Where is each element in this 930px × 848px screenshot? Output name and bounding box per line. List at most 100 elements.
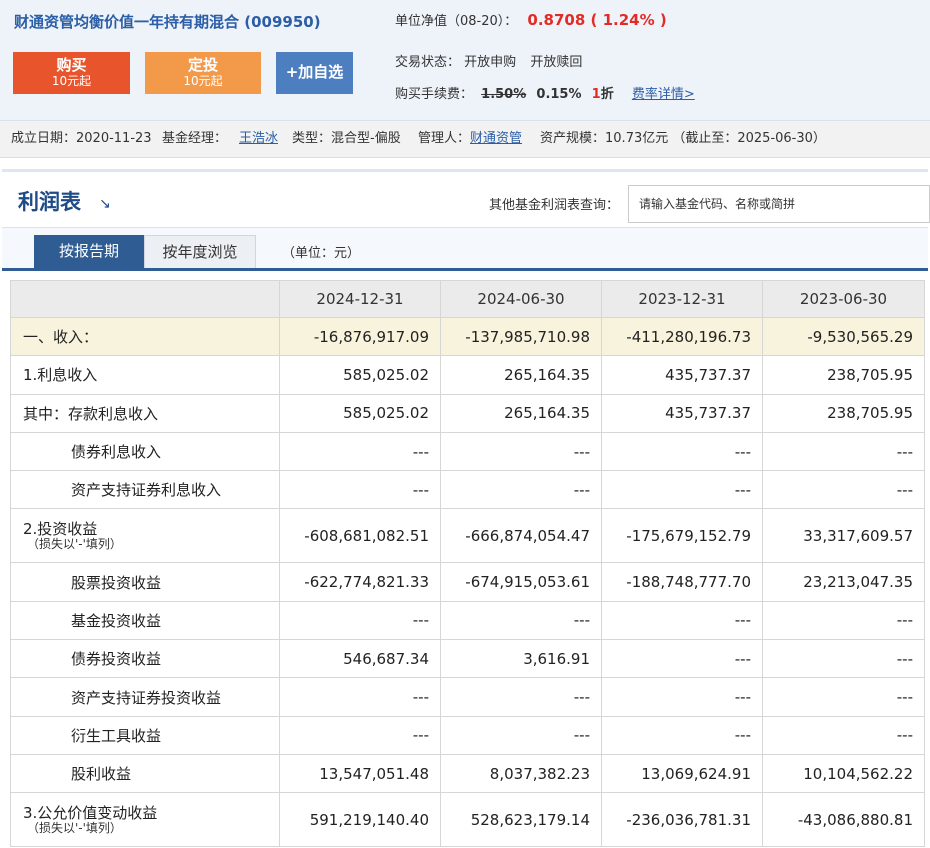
table-cell: ---: [601, 677, 763, 717]
type-value: 混合型-偏股: [331, 131, 401, 146]
column-header: 2024-12-31: [279, 280, 441, 318]
table-cell: 546,687.34: [279, 639, 441, 679]
nav-info: 单位净值（08-20）： 0.8708 ( 1.24% ): [395, 10, 667, 29]
table-cell: ---: [762, 677, 925, 717]
row-label: 债券投资收益: [10, 639, 280, 679]
add-watchlist-label: +加自选: [285, 63, 344, 81]
table-cell: 591,219,140.40: [279, 792, 441, 848]
custodian-info: 管理人：财通资管: [418, 121, 522, 157]
row-label: 基金投资收益: [10, 600, 280, 641]
table-cell: 238,705.95: [762, 393, 925, 433]
manager-link[interactable]: 王浩冰: [239, 131, 278, 146]
table-cell: ---: [279, 600, 441, 641]
income-statement-header: 利润表 ↘ 其他基金利润表查询：: [2, 169, 930, 224]
table-row: 基金投资收益 --- --- --- ---: [10, 600, 925, 641]
table-cell: 13,547,051.48: [279, 753, 441, 794]
table-cell: -43,086,880.81: [762, 792, 925, 848]
column-header: 2023-12-31: [601, 280, 763, 318]
table-cell: -411,280,196.73: [601, 316, 763, 357]
fund-search-input[interactable]: [628, 185, 930, 223]
row-label-note: （损失以'-'填列）: [27, 821, 122, 836]
table-cell: ---: [279, 677, 441, 717]
row-label: 债券利息收入: [10, 431, 280, 472]
table-cell: 23,213,047.35: [762, 562, 925, 602]
row-label: 股票投资收益: [10, 562, 280, 602]
table-row: 1.利息收入 585,025.02 265,164.35 435,737.37 …: [10, 355, 925, 395]
table-cell: ---: [440, 715, 602, 755]
row-label: 3.公允价值变动收益: [23, 804, 158, 823]
table-cell: 435,737.37: [601, 355, 763, 395]
row-label: 资产支持证券投资收益: [10, 677, 280, 717]
column-header: 2024-06-30: [440, 280, 602, 318]
custodian-label: 管理人：: [418, 131, 471, 146]
header-item: [10, 280, 280, 318]
table-cell: -137,985,710.98: [440, 316, 602, 357]
purchase-fee: 购买手续费： 1.50% 0.15% 1折 费率详情>: [395, 83, 695, 102]
row-label: 1.利息收入: [10, 355, 280, 395]
tab-by-report-period[interactable]: 按报告期: [34, 235, 144, 268]
table-row: 其中：存款利息收入 585,025.02 265,164.35 435,737.…: [10, 393, 925, 433]
row-label: 资产支持证券利息收入: [10, 470, 280, 510]
size-label: 资产规模：: [540, 131, 606, 146]
table-cell: 8,037,382.23: [440, 753, 602, 794]
table-cell: 3,616.91: [440, 639, 602, 679]
table-cell: 528,623,179.14: [440, 792, 602, 848]
type-info: 类型：混合型-偏股: [292, 121, 401, 157]
table-row: 资产支持证券利息收入 --- --- --- ---: [10, 470, 925, 510]
table-cell: 10,104,562.22: [762, 753, 925, 794]
corner-arrow-icon[interactable]: ↘: [99, 196, 111, 212]
table-row: 资产支持证券投资收益 --- --- --- ---: [10, 677, 925, 717]
fee-original: 1.50%: [481, 87, 527, 102]
buy-button-sublabel: 10元起: [51, 74, 92, 88]
row-label-with-note: 2.投资收益 （损失以'-'填列）: [10, 508, 280, 564]
fixed-investment-sublabel: 10元起: [183, 74, 223, 88]
table-cell: -9,530,565.29: [762, 316, 925, 357]
row-label-with-note: 3.公允价值变动收益 （损失以'-'填列）: [10, 792, 280, 848]
table-cell: ---: [601, 715, 763, 755]
add-watchlist-button[interactable]: +加自选: [276, 52, 353, 94]
period-tab-bar: 按报告期 按年度浏览 （单位：元）: [2, 227, 928, 271]
table-cell: 435,737.37: [601, 393, 763, 433]
table-row: 衍生工具收益 --- --- --- ---: [10, 715, 925, 755]
nav-value: 0.8708 ( 1.24% ): [527, 11, 667, 29]
manager-info: 基金经理：: [162, 121, 227, 157]
table-cell: ---: [762, 600, 925, 641]
table-row: 债券利息收入 --- --- --- ---: [10, 431, 925, 472]
table-cell: ---: [440, 431, 602, 472]
buy-button-label: 购买: [56, 56, 87, 74]
table-cell: 265,164.35: [440, 355, 602, 395]
table-cell: -188,748,777.70: [601, 562, 763, 602]
fee-details-link[interactable]: 费率详情>: [632, 87, 695, 102]
row-label: 衍生工具收益: [10, 715, 280, 755]
row-label: 一、收入：: [10, 316, 280, 357]
fund-title[interactable]: 财通资管均衡价值一年持有期混合 (009950): [14, 11, 321, 32]
custodian-link[interactable]: 财通资管: [470, 131, 522, 146]
fixed-investment-button[interactable]: 定投 10元起: [145, 52, 261, 94]
table-cell: -666,874,054.47: [440, 508, 602, 564]
fee-current: 0.15%: [536, 87, 582, 102]
fixed-investment-label: 定投: [187, 56, 218, 74]
buy-button[interactable]: 购买 10元起: [13, 52, 130, 94]
table-cell: ---: [762, 470, 925, 510]
table-cell: -674,915,053.61: [440, 562, 602, 602]
table-row: 股利收益 13,547,051.48 8,037,382.23 13,069,6…: [10, 753, 925, 794]
trade-status-purchase: 开放申购: [464, 55, 517, 70]
table-cell: ---: [762, 431, 925, 472]
type-label: 类型：: [292, 131, 332, 146]
established-info: 成立日期：2020-11-23: [11, 121, 152, 157]
row-label-note: （损失以'-'填列）: [27, 537, 122, 552]
table-cell: -236,036,781.31: [601, 792, 763, 848]
section-title: 利润表: [18, 190, 81, 214]
fund-basic-info-bar: 成立日期：2020-11-23 基金经理： 王浩冰 类型：混合型-偏股 管理人：…: [0, 121, 930, 158]
table-cell: ---: [279, 431, 441, 472]
table-cell: -608,681,082.51: [279, 508, 441, 564]
tab-by-year[interactable]: 按年度浏览: [144, 235, 256, 268]
table-cell: 238,705.95: [762, 355, 925, 395]
size-value: 10.73亿元 （截止至：2025-06-30）: [605, 131, 826, 146]
table-cell: ---: [601, 431, 763, 472]
table-cell: 33,317,609.57: [762, 508, 925, 564]
table-cell: ---: [440, 600, 602, 641]
nav-label: 单位净值（08-20）：: [395, 14, 518, 29]
trade-status-redeem: 开放赎回: [530, 55, 583, 70]
table-row: 股票投资收益 -622,774,821.33 -674,915,053.61 -…: [10, 562, 925, 602]
